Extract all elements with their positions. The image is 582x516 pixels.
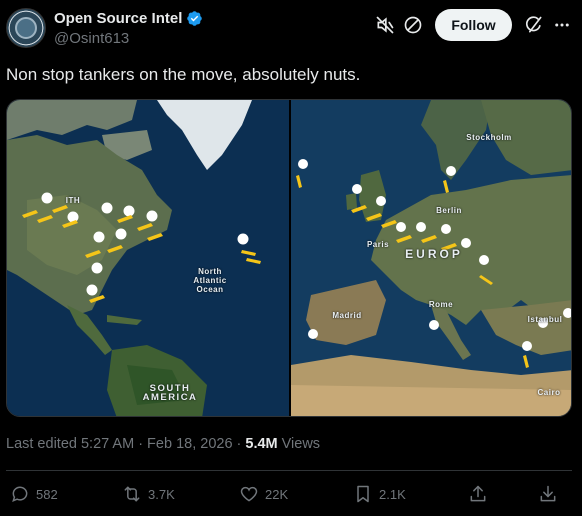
repost-button[interactable]: 3.7K [122,484,175,504]
bookmark-icon [357,485,369,503]
block-icon[interactable] [399,11,427,39]
grok-icon[interactable] [520,11,548,39]
download-button[interactable] [538,484,558,504]
follow-button[interactable]: Follow [435,9,512,41]
mute-icon[interactable] [371,11,399,39]
author-display-name[interactable]: Open Source Intel [54,10,182,27]
map-label-paris: Paris [366,240,390,249]
reply-icon [12,486,28,502]
map-label-europe: EUROP [405,247,463,261]
edited-timestamp[interactable]: Last edited 5:27 AM · Feb 18, 2026 · [6,436,241,452]
divider [6,470,572,471]
verified-badge-icon [187,11,203,26]
author-handle[interactable]: @Osint613 [54,30,129,47]
map-label-north-america-partial: ITH [65,196,81,205]
tweet-media[interactable]: North Atlantic Ocean SOUTH AMERICA ITH S… [6,99,572,417]
author-name-row: Open Source Intel [54,10,203,27]
reply-count: 582 [36,486,58,502]
bookmark-button[interactable]: 2.1K [353,484,406,504]
repost-count: 3.7K [148,486,175,502]
reply-button[interactable]: 582 [10,484,58,504]
tweet-action-bar: 582 3.7K 22K 2.1K [10,484,570,506]
tweet-text: Non stop tankers on the move, absolutely… [6,65,361,84]
download-icon [540,485,556,502]
heart-icon [240,486,258,502]
header-actions: Follow [371,8,576,42]
views-count: 5.4M [245,436,278,452]
map-label-istanbul: Istanbul [527,315,563,324]
map-label-rome: Rome [428,300,454,309]
bookmark-count: 2.1K [379,486,406,502]
map-label-south-america: SOUTH AMERICA [142,383,198,403]
map-left-graphic [7,100,289,416]
map-europe[interactable]: Stockholm Berlin Paris EUROP Rome Madrid… [289,100,571,416]
map-label-stockholm: Stockholm [466,133,512,142]
avatar[interactable] [6,8,46,48]
more-options-icon[interactable] [548,11,576,39]
map-north-atlantic[interactable]: North Atlantic Ocean SOUTH AMERICA ITH [7,100,289,416]
map-label-cairo: Cairo [537,388,561,397]
like-count: 22K [265,486,289,502]
map-label-madrid: Madrid [332,311,362,320]
share-icon [470,485,486,502]
map-label-berlin: Berlin [436,206,462,215]
share-button[interactable] [468,484,488,504]
views-label: Views [281,436,321,452]
tweet-meta: Last edited 5:27 AM · Feb 18, 2026 · 5.4… [6,436,320,452]
map-label-north-atlantic: North Atlantic Ocean [193,267,227,294]
repost-icon [124,486,140,502]
tweet-header: Open Source Intel @Osint613 Follow [6,8,576,48]
like-button[interactable]: 22K [239,484,288,504]
